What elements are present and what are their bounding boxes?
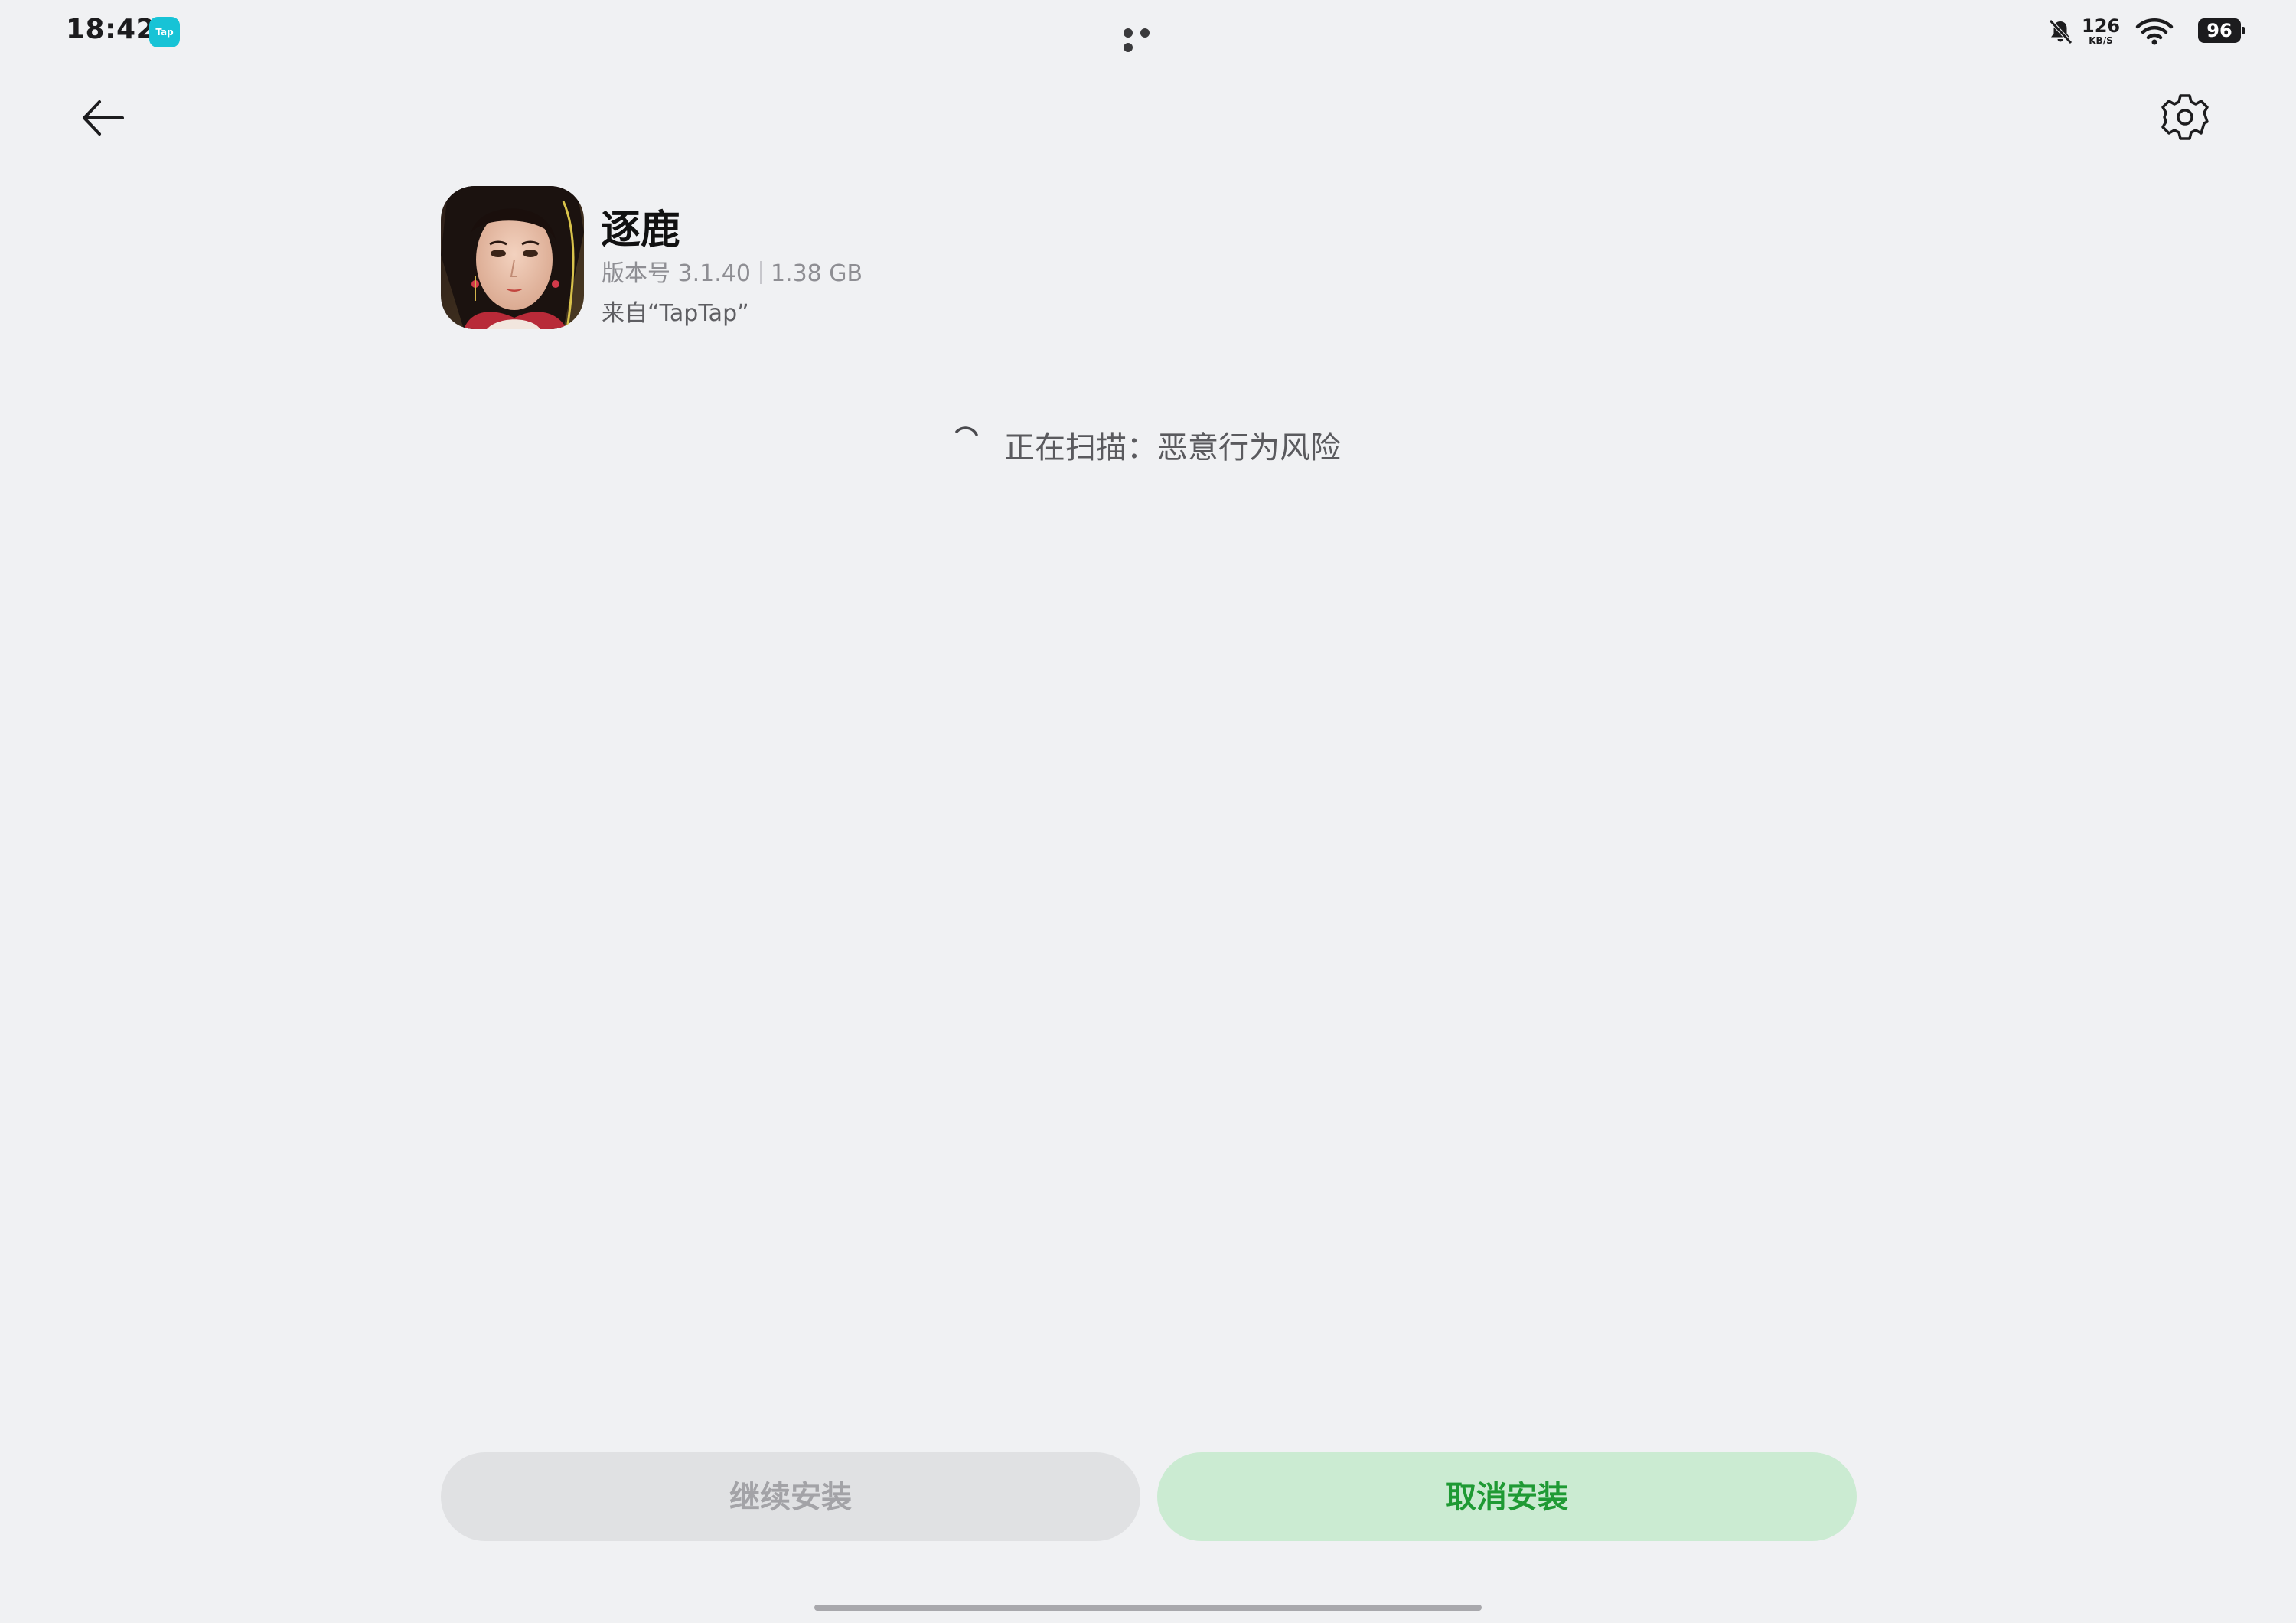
gear-icon[interactable] — [2160, 92, 2210, 142]
app-version: 版本号 3.1.40 — [602, 260, 751, 287]
app-icon-portrait — [441, 186, 584, 329]
network-speed-unit: KB/S — [2089, 35, 2113, 46]
meta-divider — [759, 261, 762, 284]
back-arrow-icon[interactable] — [78, 93, 127, 142]
cancel-install-button[interactable]: 取消安装 — [1157, 1452, 1857, 1541]
app-source: 来自“TapTap” — [602, 300, 749, 327]
scan-status-text: 正在扫描：恶意行为风险 — [1004, 430, 1341, 465]
network-speed: 126 KB/S — [2082, 17, 2120, 45]
app-name: 逐鹿 — [601, 207, 681, 253]
status-time: 18:42 — [66, 14, 156, 45]
status-bar: 18:42 Tap 126 KB/S 96 — [0, 0, 2296, 64]
install-screen: 18:42 Tap 126 KB/S 96 逐鹿 版本号 3.1.40 1.38… — [0, 0, 2296, 1623]
loading-spinner-icon — [955, 426, 978, 436]
app-size: 1.38 GB — [770, 260, 863, 287]
app-icon — [441, 186, 584, 329]
app-meta: 版本号 3.1.40 1.38 GB — [602, 254, 863, 288]
home-indicator[interactable] — [814, 1605, 1482, 1611]
taptap-notification-icon: Tap — [149, 17, 180, 47]
more-dots-icon[interactable] — [1124, 26, 1172, 52]
network-speed-value: 126 — [2082, 15, 2121, 37]
status-icons: 126 KB/S 96 — [1996, 15, 2245, 49]
battery-indicator: 96 — [2198, 18, 2245, 43]
wifi-icon — [2135, 18, 2174, 45]
mute-bell-icon — [2049, 19, 2073, 44]
continue-install-button[interactable]: 继续安装 — [441, 1452, 1140, 1541]
